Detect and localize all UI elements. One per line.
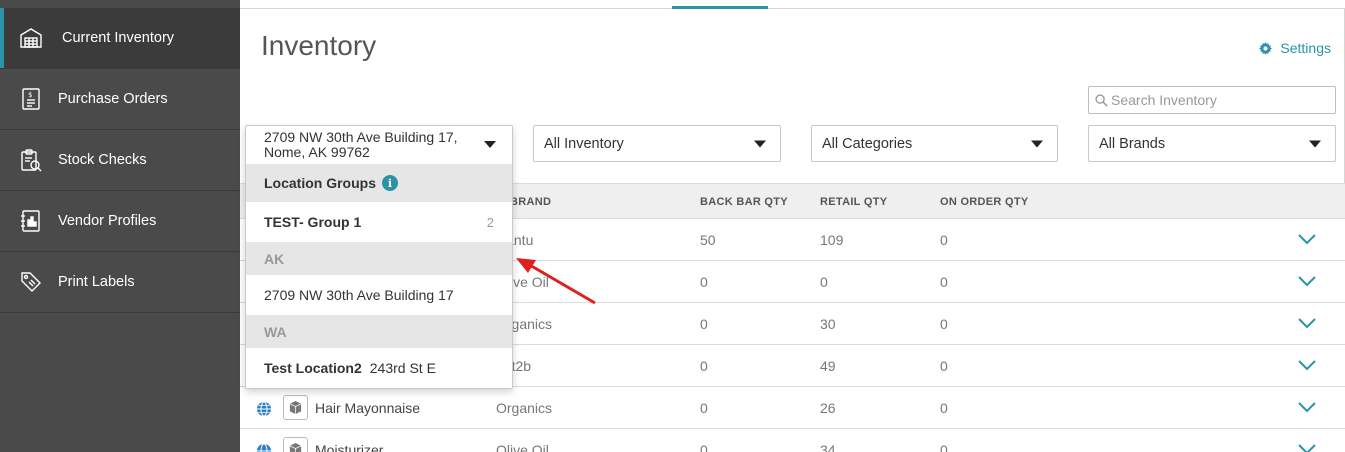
top-divider — [240, 8, 1345, 9]
sidebar-item-label: Current Inventory — [62, 30, 175, 46]
gear-icon — [1259, 41, 1273, 55]
warehouse-icon — [19, 26, 43, 50]
sidebar-item-label: Vendor Profiles — [58, 213, 157, 229]
on-order-qty-cell: 0 — [940, 400, 948, 416]
back-bar-qty-cell: 0 — [700, 316, 708, 332]
chevron-down-icon — [754, 140, 766, 147]
sidebar-item-label: Print Labels — [58, 274, 135, 290]
chevron-down-icon[interactable] — [1297, 316, 1317, 330]
retail-qty-cell: 49 — [820, 358, 836, 374]
on-order-qty-cell: 0 — [940, 316, 948, 332]
chevron-down-icon[interactable] — [1297, 232, 1317, 246]
sidebar-item-current-inventory[interactable]: Current Inventory — [0, 8, 240, 69]
globe-icon — [257, 401, 271, 417]
column-header-brand[interactable]: BRAND — [510, 196, 551, 208]
column-header-on-order-qty[interactable]: ON ORDER QTY — [940, 196, 1029, 208]
chevron-down-icon[interactable] — [1297, 442, 1317, 452]
retail-qty-cell: 109 — [820, 232, 844, 248]
sidebar-item-label: Stock Checks — [58, 152, 147, 168]
chevron-down-icon — [1031, 140, 1043, 147]
brand-cell: Organics — [496, 400, 553, 416]
settings-link[interactable]: Settings — [1259, 40, 1331, 56]
vendor-book-icon — [19, 209, 43, 233]
categories-filter-value: All Categories — [822, 135, 913, 152]
chevron-down-icon[interactable] — [1297, 274, 1317, 288]
product-name-cell[interactable]: Moisturizer — [315, 442, 383, 452]
categories-filter-select[interactable]: All Categories — [811, 125, 1058, 162]
location-select-value[interactable]: 2709 NW 30th Ave Building 17, Nome, AK 9… — [246, 126, 512, 164]
retail-qty-cell: 0 — [820, 274, 828, 290]
back-bar-qty-cell: 0 — [700, 274, 708, 290]
location-option-ak[interactable]: 2709 NW 30th Ave Building 17 — [246, 275, 512, 315]
sidebar-item-purchase-orders[interactable]: $ Purchase Orders — [0, 69, 240, 130]
settings-label: Settings — [1280, 40, 1331, 56]
column-header-back-bar-qty[interactable]: BACK BAR QTY — [700, 196, 788, 208]
on-order-qty-cell: 0 — [940, 442, 948, 452]
retail-qty-cell: 34 — [820, 442, 836, 452]
chevron-down-icon — [1309, 140, 1321, 147]
info-icon[interactable]: i — [382, 175, 398, 191]
column-header-retail-qty[interactable]: RETAIL QTY — [820, 196, 887, 208]
on-order-qty-cell: 0 — [940, 358, 948, 374]
table-row[interactable]: Moisturizer Olive Oil 0 34 0 — [240, 429, 1345, 452]
retail-qty-cell: 30 — [820, 316, 836, 332]
state-header-ak: AK — [246, 242, 512, 275]
sidebar-top-strip — [0, 0, 240, 8]
chevron-down-icon[interactable] — [1297, 400, 1317, 414]
location-groups-label: Location Groups — [264, 175, 376, 191]
box-icon — [289, 442, 302, 452]
brand-cell: Olive Oil — [496, 442, 549, 452]
brands-filter-select[interactable]: All Brands — [1088, 125, 1336, 162]
product-box-button[interactable] — [283, 437, 308, 452]
location-option-wa[interactable]: Test Location2 243rd St E — [246, 348, 512, 388]
page-title: Inventory — [261, 30, 377, 61]
active-tab-indicator — [672, 6, 768, 9]
search-box[interactable] — [1088, 86, 1336, 114]
invoice-icon: $ — [19, 87, 43, 111]
location-groups-header: Location Groups i — [246, 164, 512, 202]
location-group-option[interactable]: TEST- Group 1 2 — [246, 202, 512, 242]
location-group-count: 2 — [486, 214, 494, 230]
on-order-qty-cell: 0 — [940, 274, 948, 290]
product-name-cell[interactable]: Hair Mayonnaise — [315, 400, 420, 416]
inventory-filter-select[interactable]: All Inventory — [533, 125, 781, 162]
location-group-label: TEST- Group 1 — [264, 214, 362, 230]
on-order-qty-cell: 0 — [940, 232, 948, 248]
location-option-name: Test Location2 — [264, 360, 362, 376]
app-root: Current Inventory $ Purchase Orders Stoc… — [0, 0, 1345, 452]
sidebar-item-label: Purchase Orders — [58, 91, 168, 107]
product-box-button[interactable] — [283, 395, 308, 420]
sidebar-item-vendor-profiles[interactable]: Vendor Profiles — [0, 191, 240, 252]
location-dropdown[interactable]: 2709 NW 30th Ave Building 17, Nome, AK 9… — [245, 125, 513, 389]
inventory-filter-value: All Inventory — [544, 135, 624, 152]
sidebar: Current Inventory $ Purchase Orders Stoc… — [0, 0, 240, 452]
table-row[interactable]: Hair Mayonnaise Organics 0 26 0 — [240, 387, 1345, 429]
clipboard-check-icon — [19, 148, 43, 172]
chevron-down-icon[interactable] — [1297, 358, 1317, 372]
back-bar-qty-cell: 0 — [700, 358, 708, 374]
sidebar-item-print-labels[interactable]: Print Labels — [0, 252, 240, 313]
back-bar-qty-cell: 50 — [700, 232, 716, 248]
brands-filter-value: All Brands — [1099, 135, 1166, 152]
search-input[interactable] — [1111, 92, 1331, 108]
sidebar-item-stock-checks[interactable]: Stock Checks — [0, 130, 240, 191]
retail-qty-cell: 26 — [820, 400, 836, 416]
location-option-address: 243rd St E — [369, 360, 436, 376]
back-bar-qty-cell: 0 — [700, 400, 708, 416]
svg-text:$: $ — [28, 91, 32, 99]
globe-icon — [257, 443, 271, 452]
box-icon — [289, 400, 302, 415]
state-header-wa: WA — [246, 315, 512, 348]
search-icon — [1095, 93, 1108, 107]
tags-icon — [19, 270, 43, 294]
back-bar-qty-cell: 0 — [700, 442, 708, 452]
chevron-down-icon[interactable] — [484, 141, 496, 148]
